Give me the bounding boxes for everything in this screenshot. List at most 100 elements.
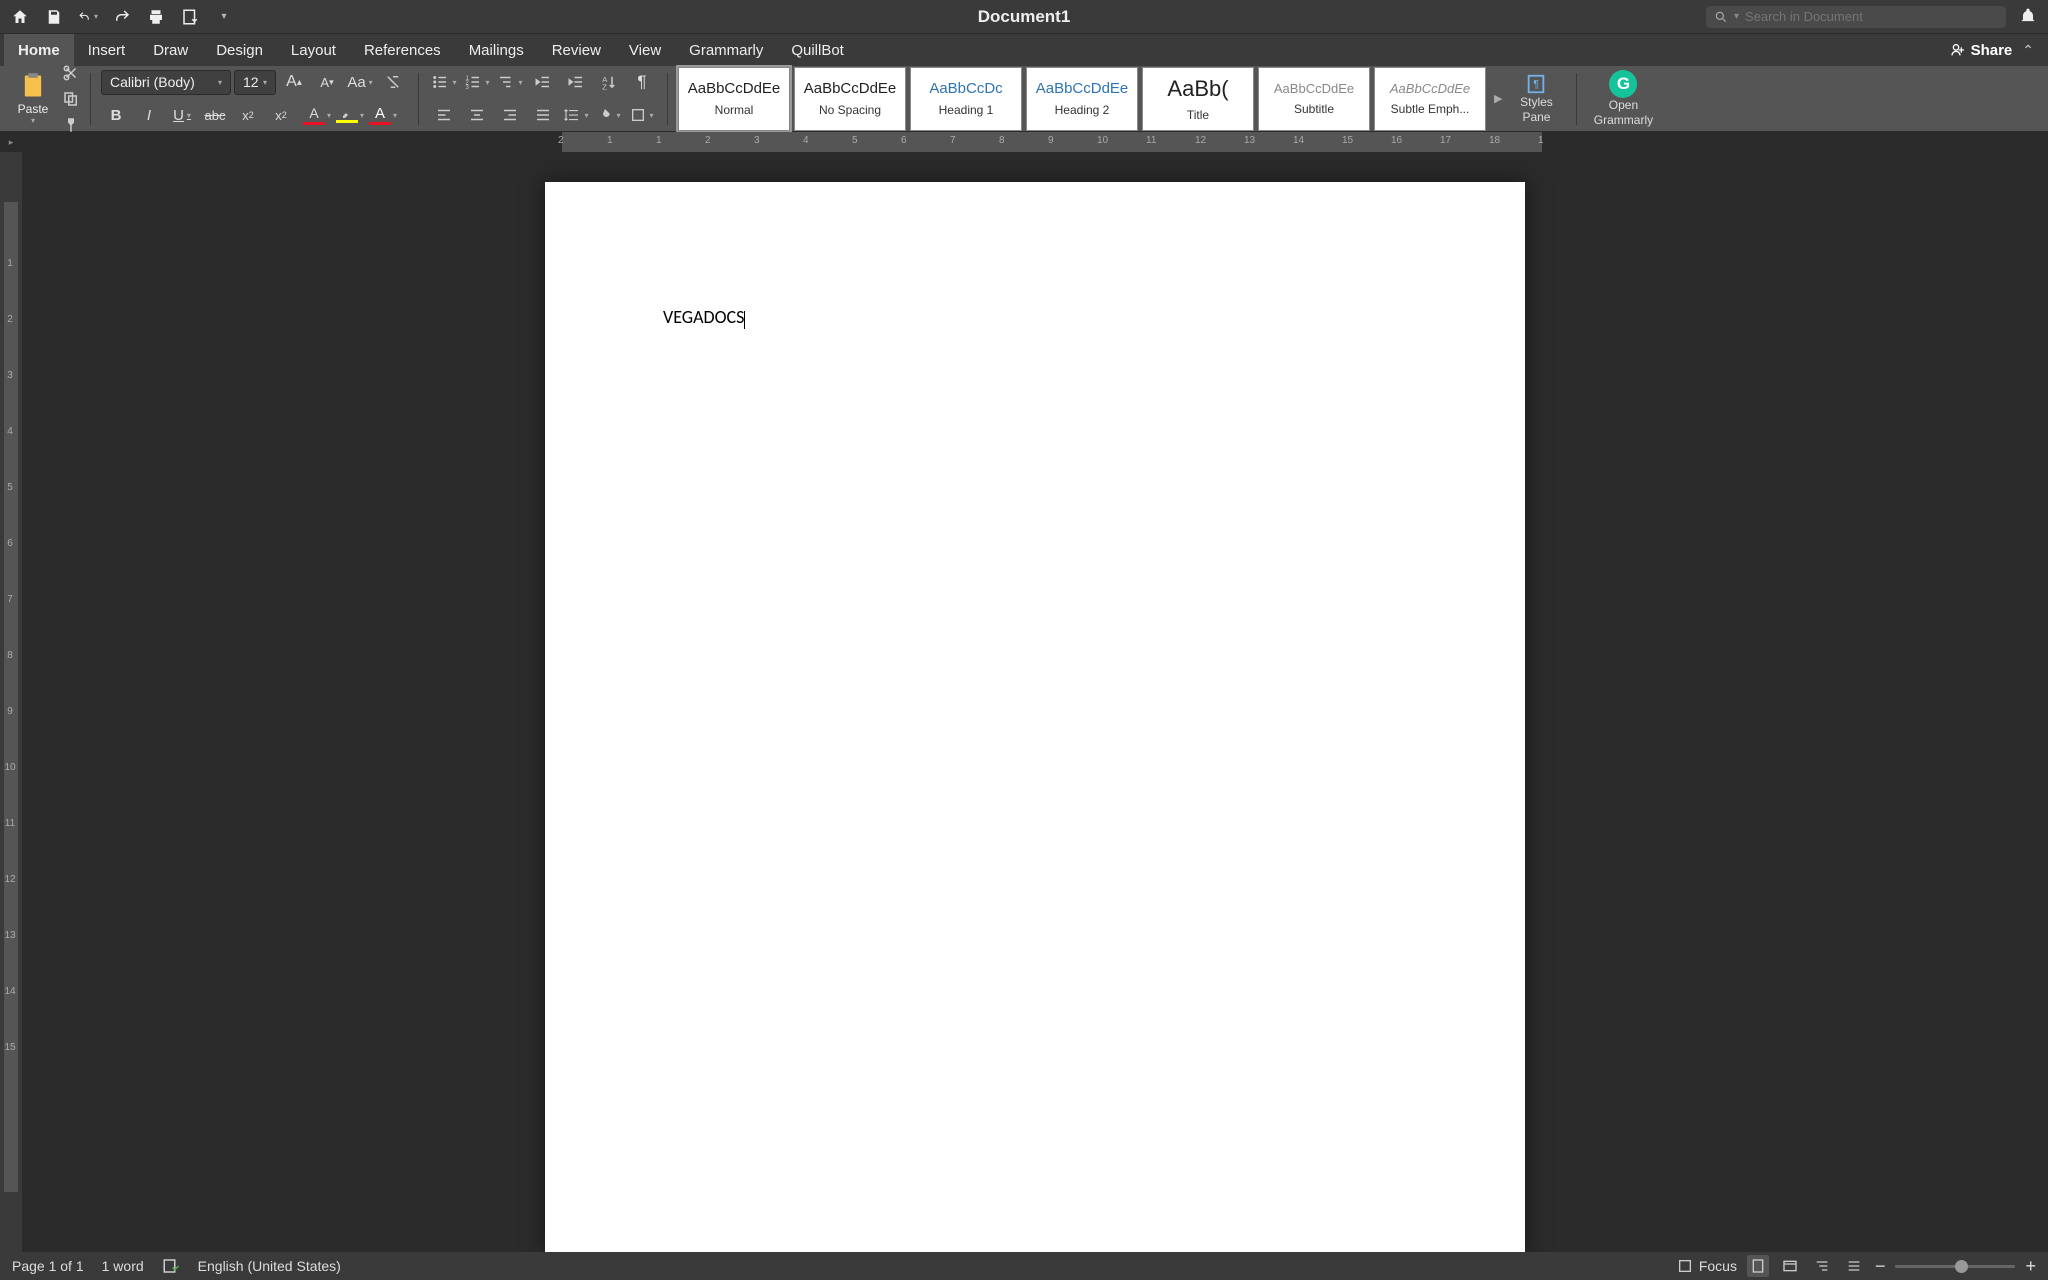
increase-font-icon[interactable]: A▴: [279, 70, 309, 95]
borders-button[interactable]: ▾: [627, 103, 657, 128]
zoom-thumb[interactable]: [1955, 1260, 1968, 1273]
tab-quillbot[interactable]: QuillBot: [777, 34, 858, 66]
template-icon[interactable]: [180, 7, 200, 27]
increase-indent-button[interactable]: [561, 70, 591, 95]
page-1[interactable]: VEGADOCS: [545, 182, 1525, 1252]
font-size-select[interactable]: 12▾: [234, 70, 276, 95]
style-no-spacing[interactable]: AaBbCcDdEeNo Spacing: [794, 67, 906, 131]
horizontal-ruler[interactable]: ▸ 211234567891011121314151617181: [0, 132, 2048, 152]
bold-button[interactable]: B: [101, 103, 131, 128]
tab-home[interactable]: Home: [4, 34, 74, 66]
share-icon: [1950, 42, 1966, 58]
line-spacing-button[interactable]: ▾: [561, 103, 591, 128]
vertical-ruler[interactable]: 123456789101112131415: [0, 152, 22, 1252]
print-layout-view-icon[interactable]: [1747, 1255, 1769, 1277]
cut-icon[interactable]: [62, 64, 80, 82]
open-grammarly-button[interactable]: G Open Grammarly: [1587, 70, 1659, 128]
ruler-corner[interactable]: ▸: [0, 132, 22, 152]
tab-design[interactable]: Design: [202, 34, 277, 66]
style-subtitle[interactable]: AaBbCcDdEeSubtitle: [1258, 67, 1370, 131]
tab-grammarly[interactable]: Grammarly: [675, 34, 777, 66]
sort-button[interactable]: AZ: [594, 70, 624, 95]
style-title[interactable]: AaBb(Title: [1142, 67, 1254, 131]
share-button[interactable]: Share: [1950, 42, 2013, 59]
styles-gallery: AaBbCcDdEeNormal AaBbCcDdEeNo Spacing Aa…: [678, 67, 1486, 131]
align-left-button[interactable]: [429, 103, 459, 128]
tab-layout[interactable]: Layout: [277, 34, 350, 66]
ribbon-home: Paste ▾ Calibri (Body)▾ 12▾ A▴ A▾ Aa▾ B …: [0, 66, 2048, 132]
copy-icon[interactable]: [62, 90, 80, 108]
save-icon[interactable]: [44, 7, 64, 27]
clipboard-icon: [19, 72, 47, 100]
tab-view[interactable]: View: [615, 34, 675, 66]
status-bar: Page 1 of 1 1 word English (United State…: [0, 1252, 2048, 1280]
draft-view-icon[interactable]: [1843, 1255, 1865, 1277]
tab-mailings[interactable]: Mailings: [455, 34, 538, 66]
tab-references[interactable]: References: [350, 34, 455, 66]
decrease-indent-button[interactable]: [528, 70, 558, 95]
tab-review[interactable]: Review: [538, 34, 615, 66]
underline-button[interactable]: U▾: [167, 103, 197, 128]
italic-button[interactable]: I: [134, 103, 164, 128]
svg-text:3: 3: [466, 85, 470, 91]
outline-view-icon[interactable]: [1811, 1255, 1833, 1277]
styles-more-icon[interactable]: ▶: [1494, 92, 1502, 105]
search-input[interactable]: ▾: [1706, 6, 2006, 28]
svg-text:Z: Z: [602, 83, 607, 92]
style-subtle-emphasis[interactable]: AaBbCcDdEeSubtle Emph...: [1374, 67, 1486, 131]
align-center-button[interactable]: [462, 103, 492, 128]
open-grammarly-label: Open Grammarly: [1594, 98, 1653, 127]
document-title: Document1: [978, 7, 1071, 27]
zoom-out-button[interactable]: −: [1875, 1256, 1886, 1277]
highlight-button[interactable]: ▾: [332, 103, 362, 128]
change-case-icon[interactable]: Aa▾: [345, 70, 375, 95]
document-canvas[interactable]: VEGADOCS: [22, 152, 2048, 1252]
style-heading-1[interactable]: AaBbCcDcHeading 1: [910, 67, 1022, 131]
focus-button[interactable]: Focus: [1677, 1258, 1737, 1274]
editor-area: 123456789101112131415 VEGADOCS: [0, 152, 2048, 1252]
web-layout-view-icon[interactable]: [1779, 1255, 1801, 1277]
redo-icon[interactable]: [112, 7, 132, 27]
tab-draw[interactable]: Draw: [139, 34, 202, 66]
titlebar: ▾ ▾ Document1 ▾: [0, 0, 2048, 33]
styles-pane-label: Styles Pane: [1520, 95, 1553, 124]
status-page[interactable]: Page 1 of 1: [12, 1258, 84, 1274]
shading-button[interactable]: ▾: [594, 103, 624, 128]
quick-access-toolbar: ▾ ▾: [10, 7, 234, 27]
numbered-list-button[interactable]: 123▾: [462, 70, 492, 95]
strikethrough-button[interactable]: abc: [200, 103, 230, 128]
show-marks-button[interactable]: ¶: [627, 70, 657, 95]
search-icon: [1714, 10, 1728, 24]
zoom-slider[interactable]: [1895, 1265, 2015, 1268]
notifications-icon[interactable]: [2018, 7, 2038, 27]
decrease-font-icon[interactable]: A▾: [312, 70, 342, 95]
style-heading-2[interactable]: AaBbCcDdEeHeading 2: [1026, 67, 1138, 131]
styles-pane-button[interactable]: ¶ Styles Pane: [1506, 70, 1566, 128]
justify-button[interactable]: [528, 103, 558, 128]
multilevel-list-button[interactable]: ▾: [495, 70, 525, 95]
bullet-list-button[interactable]: ▾: [429, 70, 459, 95]
paste-button[interactable]: Paste ▾: [8, 70, 58, 128]
status-words[interactable]: 1 word: [102, 1258, 144, 1274]
ribbon-collapse-icon[interactable]: ⌃: [2022, 42, 2034, 59]
align-right-button[interactable]: [495, 103, 525, 128]
zoom-in-button[interactable]: +: [2025, 1256, 2036, 1277]
search-field[interactable]: [1745, 9, 1998, 24]
format-painter-icon[interactable]: [62, 116, 80, 134]
text-effects-button[interactable]: A▾: [365, 103, 395, 128]
style-normal[interactable]: AaBbCcDdEeNormal: [678, 67, 790, 131]
status-language[interactable]: English (United States): [198, 1258, 341, 1274]
share-label: Share: [1971, 42, 2013, 59]
undo-icon[interactable]: ▾: [78, 7, 98, 27]
print-icon[interactable]: [146, 7, 166, 27]
document-text[interactable]: VEGADOCS: [663, 306, 744, 328]
tab-insert[interactable]: Insert: [74, 34, 140, 66]
spellcheck-icon[interactable]: [162, 1257, 180, 1275]
superscript-button[interactable]: x2: [266, 103, 296, 128]
clear-format-icon[interactable]: [378, 70, 408, 95]
qat-customize-icon[interactable]: ▾: [214, 7, 234, 27]
font-color-button[interactable]: A▾: [299, 103, 329, 128]
font-name-select[interactable]: Calibri (Body)▾: [101, 70, 231, 95]
subscript-button[interactable]: x2: [233, 103, 263, 128]
home-icon[interactable]: [10, 7, 30, 27]
